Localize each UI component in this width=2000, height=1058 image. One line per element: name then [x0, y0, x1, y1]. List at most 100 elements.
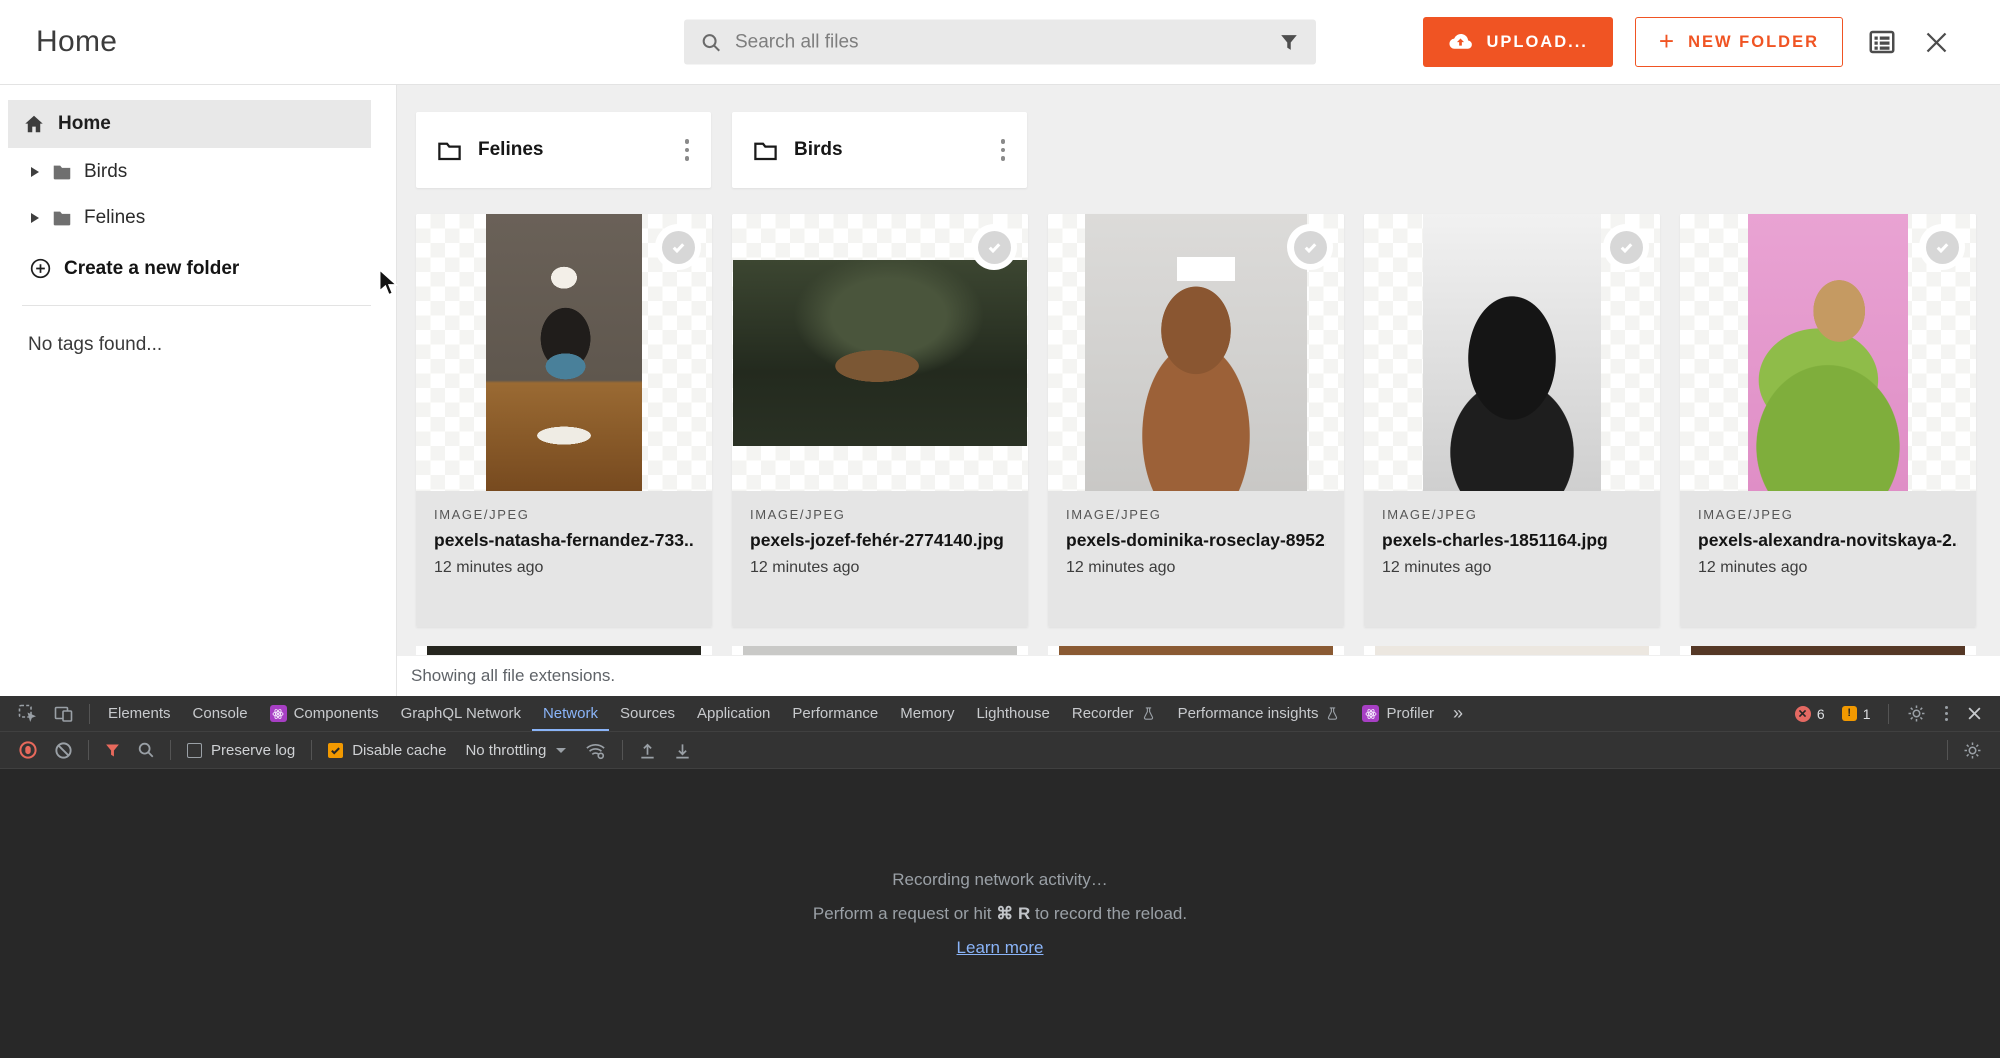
tab-console[interactable]: Console — [182, 696, 259, 731]
file-meta: IMAGE/JPEG pexels-natasha-fernandez-733.… — [416, 491, 712, 627]
tab-performance[interactable]: Performance — [781, 696, 889, 731]
file-card[interactable]: IMAGE/JPEG pexels-natasha-fernandez-733.… — [416, 214, 712, 627]
learn-more-link[interactable]: Learn more — [957, 938, 1044, 958]
search-input[interactable] — [735, 31, 1278, 53]
network-settings-gear-icon[interactable] — [1955, 741, 1990, 760]
file-card[interactable]: IMAGE/JPEG pexels-charles-1851164.jpg 12… — [1364, 214, 1660, 627]
devtools-tabbar-right: 6 ! 1 — [1788, 702, 2000, 726]
kebab-menu-icon[interactable] — [679, 133, 696, 167]
preserve-log-checkbox[interactable]: Preserve log — [178, 742, 304, 759]
file-card-partial[interactable] — [732, 646, 1028, 655]
devtools-panel: Elements Console Components GraphQL Netw… — [0, 696, 2000, 1058]
file-thumbnail — [416, 214, 712, 491]
file-card-partial[interactable] — [1048, 646, 1344, 655]
devtools-settings-gear-icon[interactable] — [1899, 704, 1934, 723]
tab-application[interactable]: Application — [686, 696, 781, 731]
search-icon — [700, 31, 722, 53]
list-view-button[interactable] — [1865, 25, 1899, 59]
file-time: 12 minutes ago — [1382, 559, 1642, 577]
photo-dog-green-coat — [1748, 214, 1908, 491]
import-har-icon[interactable] — [630, 741, 665, 760]
react-icon — [270, 705, 287, 722]
file-time: 12 minutes ago — [1066, 559, 1326, 577]
tab-lighthouse[interactable]: Lighthouse — [965, 696, 1060, 731]
file-card[interactable]: IMAGE/JPEG pexels-alexandra-novitskaya-2… — [1680, 214, 1976, 627]
network-conditions-icon[interactable] — [576, 739, 615, 762]
tab-memory[interactable]: Memory — [889, 696, 965, 731]
file-name: pexels-alexandra-novitskaya-2... — [1698, 530, 1958, 551]
tab-performance-insights[interactable]: Performance insights — [1167, 696, 1352, 731]
file-meta: IMAGE/JPEG pexels-charles-1851164.jpg 12… — [1364, 491, 1660, 627]
create-new-folder-button[interactable]: Create a new folder — [0, 257, 396, 280]
error-badge[interactable]: 6 — [1788, 706, 1832, 722]
close-button[interactable] — [1921, 27, 1952, 58]
export-har-icon[interactable] — [665, 741, 700, 760]
clear-network-log-icon[interactable] — [46, 741, 81, 760]
file-thumbnail — [732, 214, 1028, 491]
error-icon — [1795, 706, 1811, 722]
disable-cache-checkbox[interactable]: Disable cache — [319, 742, 455, 759]
file-card-partial[interactable] — [1364, 646, 1660, 655]
select-checkbox[interactable] — [1603, 224, 1649, 270]
tab-sources[interactable]: Sources — [609, 696, 686, 731]
check-icon — [669, 238, 688, 257]
filter-icon[interactable] — [1278, 31, 1300, 53]
warning-badge[interactable]: ! 1 — [1835, 706, 1878, 722]
check-icon — [1933, 238, 1952, 257]
select-checkbox[interactable] — [971, 224, 1017, 270]
footer-text: Showing all file extensions. — [411, 666, 615, 686]
devtools-close-icon[interactable] — [1959, 706, 1990, 721]
caret-right-icon[interactable] — [31, 167, 39, 177]
file-time: 12 minutes ago — [750, 559, 1010, 577]
tab-elements[interactable]: Elements — [97, 696, 182, 731]
divider — [88, 740, 89, 760]
select-checkbox[interactable] — [1287, 224, 1333, 270]
network-filter-icon[interactable] — [96, 742, 129, 759]
tab-components[interactable]: Components — [259, 696, 390, 731]
file-thumbnail — [1048, 214, 1344, 491]
upload-button[interactable]: UPLOAD... — [1423, 17, 1612, 67]
tab-recorder[interactable]: Recorder — [1061, 696, 1167, 731]
folder-icon — [436, 137, 463, 164]
tab-profiler[interactable]: Profiler — [1351, 696, 1445, 731]
flask-icon — [1325, 706, 1340, 721]
extensions-footer: Showing all file extensions. — [397, 656, 2000, 696]
file-thumbnail — [1364, 214, 1660, 491]
file-name: pexels-charles-1851164.jpg — [1382, 530, 1642, 551]
file-type: IMAGE/JPEG — [434, 507, 694, 522]
tab-graphql-network[interactable]: GraphQL Network — [390, 696, 532, 731]
file-type: IMAGE/JPEG — [1066, 507, 1326, 522]
device-toolbar-icon[interactable] — [46, 704, 82, 724]
photo-dachshund — [1085, 214, 1307, 491]
file-thumbnail — [1680, 214, 1976, 491]
file-card-partial[interactable] — [416, 646, 712, 655]
file-card[interactable]: IMAGE/JPEG pexels-dominika-roseclay-8952… — [1048, 214, 1344, 627]
caret-right-icon[interactable] — [31, 213, 39, 223]
folder-card-felines[interactable]: Felines — [416, 112, 711, 188]
record-stop-icon[interactable] — [10, 740, 46, 760]
network-search-icon[interactable] — [129, 741, 163, 759]
file-card-partial[interactable] — [1680, 646, 1976, 655]
select-checkbox[interactable] — [655, 224, 701, 270]
sidebar-item-home[interactable]: Home — [8, 100, 371, 148]
select-checkbox[interactable] — [1919, 224, 1965, 270]
sidebar: Home Birds Felines Create a new folder N… — [0, 85, 397, 696]
search-bar[interactable] — [684, 20, 1316, 65]
sidebar-item-felines[interactable]: Felines — [0, 195, 396, 240]
file-meta: IMAGE/JPEG pexels-alexandra-novitskaya-2… — [1680, 491, 1976, 627]
more-tabs-button[interactable]: » — [1445, 696, 1471, 731]
throttling-dropdown[interactable]: No throttling — [455, 742, 576, 759]
close-icon — [1923, 29, 1950, 56]
sidebar-item-birds[interactable]: Birds — [0, 149, 396, 194]
media-library: Felines Birds IMAGE/JPEG — [397, 85, 2000, 696]
kebab-menu-icon[interactable] — [995, 133, 1012, 167]
upload-cloud-icon — [1448, 30, 1473, 55]
new-folder-button[interactable]: + NEW FOLDER — [1635, 17, 1843, 67]
plus-icon: + — [1659, 28, 1676, 54]
devtools-menu-icon[interactable] — [1937, 702, 1957, 726]
file-card[interactable]: IMAGE/JPEG pexels-jozef-fehér-2774140.jp… — [732, 214, 1028, 627]
network-toolbar: Preserve log Disable cache No throttling — [0, 731, 2000, 769]
tab-network[interactable]: Network — [532, 696, 609, 731]
inspect-element-icon[interactable] — [10, 704, 46, 724]
folder-card-birds[interactable]: Birds — [732, 112, 1027, 188]
